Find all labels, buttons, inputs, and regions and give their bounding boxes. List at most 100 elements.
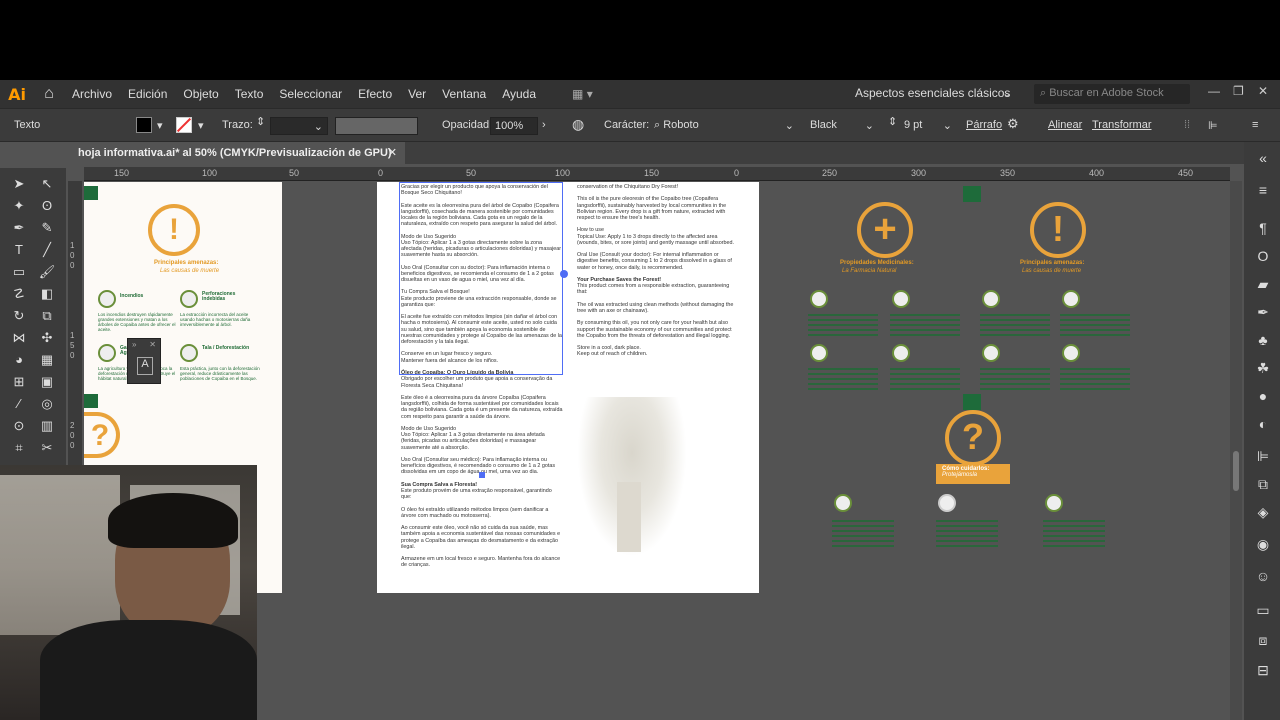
- width-tool-icon[interactable]: ⋈: [8, 328, 30, 348]
- collapse-panels-icon[interactable]: «: [1254, 150, 1272, 168]
- paragraph-link[interactable]: Párrafo: [966, 119, 1002, 131]
- perspective-grid-tool-icon[interactable]: ▦: [36, 350, 58, 370]
- artboards-panel-icon[interactable]: ⧈: [1254, 632, 1272, 650]
- chevron-right-icon[interactable]: ›: [542, 119, 546, 131]
- symbol-sprayer-tool-icon[interactable]: ⊙: [8, 416, 30, 436]
- workspace-switcher[interactable]: Aspectos esenciales clásicos: [855, 86, 1010, 100]
- menu-lines-icon[interactable]: ≡: [1252, 119, 1258, 131]
- magic-wand-tool-icon[interactable]: ✦: [8, 196, 30, 216]
- gradient-tool-icon[interactable]: ▣: [36, 372, 58, 392]
- swatches-panel-icon[interactable]: ☺: [1254, 568, 1272, 586]
- eyedropper-tool-icon[interactable]: ⁄: [8, 394, 30, 414]
- chevron-down-icon[interactable]: ⌄: [1002, 86, 1012, 100]
- menu-ventana[interactable]: Ventana: [434, 87, 494, 101]
- recolor-globe-icon[interactable]: ◍: [572, 116, 584, 133]
- direct-selection-tool-icon[interactable]: ↖: [36, 174, 58, 194]
- ruler-label: 450: [1178, 168, 1194, 178]
- font-style-field[interactable]: Black ⌄: [806, 117, 878, 135]
- menu-edicion[interactable]: Edición: [120, 87, 175, 101]
- font-size-field[interactable]: 9 pt ⌄: [900, 117, 956, 135]
- home-icon[interactable]: ⌂: [34, 85, 64, 103]
- pen-tool-icon[interactable]: ✒: [8, 218, 30, 238]
- gradient-panel-icon[interactable]: ▭: [1254, 602, 1272, 620]
- isolate-icon[interactable]: ⁞⁞: [1184, 119, 1190, 131]
- align-panel-icon[interactable]: ⊫: [1254, 448, 1272, 466]
- selection-handle[interactable]: [479, 472, 485, 478]
- panel-menu-icon[interactable]: ≡: [1254, 182, 1272, 200]
- brushes-panel-icon[interactable]: ♣: [1254, 332, 1272, 350]
- chevron-down-icon[interactable]: ▾: [157, 119, 163, 132]
- text-frame-selection[interactable]: [399, 182, 563, 375]
- artboard-tool-icon[interactable]: ⌗: [8, 438, 30, 458]
- variable-width-profile[interactable]: [335, 117, 418, 135]
- puppet-warp-tool-icon[interactable]: ✣: [36, 328, 58, 348]
- menu-texto[interactable]: Texto: [227, 87, 272, 101]
- stepper-icon[interactable]: ⇕: [888, 115, 897, 128]
- stroke-swatch[interactable]: [176, 117, 192, 133]
- arrange-documents-icon[interactable]: ▦ ▾: [572, 87, 593, 101]
- menu-ver[interactable]: Ver: [400, 87, 434, 101]
- column-graph-tool-icon[interactable]: ▥: [36, 416, 58, 436]
- ruler-label: 5: [70, 341, 75, 350]
- collapse-icon[interactable]: »: [132, 340, 136, 349]
- vertical-scrollbar[interactable]: [1230, 181, 1242, 720]
- shape-builder-tool-icon[interactable]: ◕: [8, 350, 30, 370]
- area-type-icon[interactable]: A: [137, 357, 153, 375]
- floating-type-panel[interactable]: » ✕ A: [127, 338, 161, 384]
- rotate-tool-icon[interactable]: ↻: [8, 306, 30, 326]
- align-panel-icon[interactable]: ⊫: [1208, 119, 1218, 132]
- links-panel-icon[interactable]: ⊟: [1254, 662, 1272, 680]
- blend-tool-icon[interactable]: ◎: [36, 394, 58, 414]
- stroke-weight-field[interactable]: ⌄: [270, 117, 328, 135]
- close-window-icon[interactable]: ✕: [1258, 84, 1268, 98]
- menu-ayuda[interactable]: Ayuda: [494, 87, 544, 101]
- scale-tool-icon[interactable]: ⧉: [36, 306, 58, 326]
- horizontal-ruler[interactable]: 150 100 50 0 50 100 150 0 250 300 350 40…: [84, 167, 1230, 181]
- appearance-panel-icon[interactable]: ●: [1254, 388, 1272, 406]
- font-family-field[interactable]: ⌕ Roboto ⌄: [650, 117, 798, 135]
- menu-objeto[interactable]: Objeto: [175, 87, 226, 101]
- chevron-down-icon[interactable]: ▾: [198, 119, 204, 132]
- image-panel-icon[interactable]: ▰: [1254, 276, 1272, 294]
- text-column-english[interactable]: conservation of the Chiquitano Dry Fores…: [577, 184, 737, 384]
- leaf-icon: [810, 290, 828, 308]
- transform-link[interactable]: Transformar: [1092, 119, 1152, 131]
- restore-icon[interactable]: ❐: [1233, 84, 1244, 98]
- line-tool-icon[interactable]: ╱: [36, 240, 58, 260]
- menu-archivo[interactable]: Archivo: [64, 87, 120, 101]
- paintbrush-tool-icon[interactable]: 🖌: [36, 262, 58, 282]
- artboard-center[interactable]: Gracias por elegir un producto que apoya…: [377, 182, 759, 593]
- stepper-icon[interactable]: ⇕: [256, 115, 265, 128]
- opacity-field[interactable]: 100%: [490, 117, 538, 135]
- selection-tool-icon[interactable]: ➤: [8, 174, 30, 194]
- menu-seleccionar[interactable]: Seleccionar: [271, 87, 350, 101]
- pen-panel-icon[interactable]: ✒: [1254, 304, 1272, 322]
- color-panel-icon[interactable]: ◐: [1254, 416, 1272, 434]
- type-tool-icon[interactable]: T: [8, 240, 30, 260]
- close-icon[interactable]: ✕: [149, 340, 156, 349]
- shaper-tool-icon[interactable]: ☡: [8, 284, 30, 304]
- symbols-panel-icon[interactable]: ☘: [1254, 360, 1272, 378]
- lasso-tool-icon[interactable]: ʘ: [36, 196, 58, 216]
- graphic-styles-panel-icon[interactable]: ◉: [1254, 536, 1272, 554]
- eraser-tool-icon[interactable]: ◧: [36, 284, 58, 304]
- scrollbar-thumb[interactable]: [1233, 451, 1239, 491]
- paragraph-panel-icon[interactable]: ¶: [1254, 220, 1272, 238]
- warp-icon[interactable]: ⚙: [1007, 116, 1019, 132]
- menu-efecto[interactable]: Efecto: [350, 87, 400, 101]
- character-label[interactable]: Carácter:: [604, 119, 649, 131]
- document-tab[interactable]: hoja informativa.ai* al 50% (CMYK/Previs…: [70, 142, 405, 164]
- align-link[interactable]: Alinear: [1048, 119, 1082, 131]
- text-thread-port[interactable]: [560, 270, 568, 278]
- fill-swatch[interactable]: [136, 117, 152, 133]
- stock-search-input[interactable]: ⌕ Buscar en Adobe Stock: [1034, 84, 1190, 104]
- curvature-tool-icon[interactable]: ✎: [36, 218, 58, 238]
- layers-panel-icon[interactable]: ◈: [1254, 504, 1272, 522]
- minimize-icon[interactable]: —: [1208, 84, 1220, 98]
- opentype-panel-icon[interactable]: O: [1254, 248, 1272, 266]
- slice-tool-icon[interactable]: ✂: [36, 438, 58, 458]
- pathfinder-panel-icon[interactable]: ⧉: [1254, 476, 1272, 494]
- rectangle-tool-icon[interactable]: ▭: [8, 262, 30, 282]
- close-tab-icon[interactable]: ✕: [388, 146, 397, 159]
- mesh-tool-icon[interactable]: ⊞: [8, 372, 30, 392]
